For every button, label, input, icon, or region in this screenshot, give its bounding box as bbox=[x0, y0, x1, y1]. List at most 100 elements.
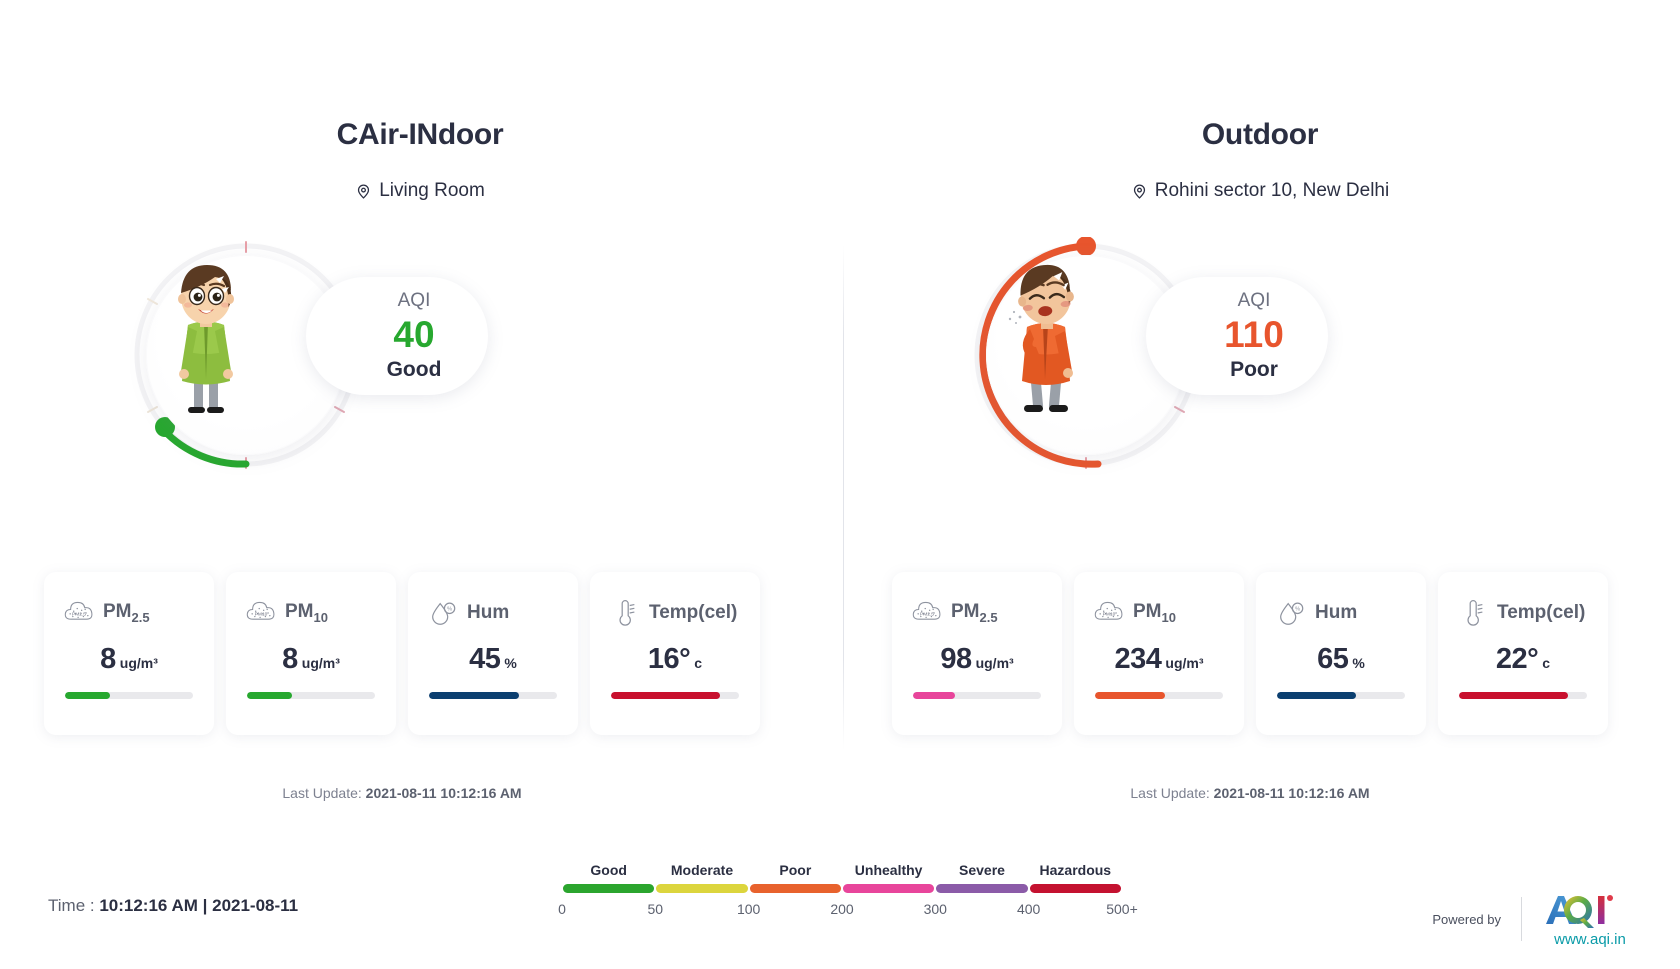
aqi-legend-label-unhealthy: Unhealthy bbox=[854, 862, 923, 878]
aqi-legend-label-good: Good bbox=[590, 862, 627, 878]
humidity-droplet-icon: % bbox=[1276, 598, 1306, 628]
thermometer-icon bbox=[1458, 598, 1488, 628]
indoor-card-temperature-unit: c bbox=[694, 655, 703, 671]
indoor-title: CAir-INdoor bbox=[336, 118, 504, 151]
indoor-card-humidity-title: Hum bbox=[467, 602, 510, 623]
indoor-card-pm25-unit: ug/m³ bbox=[119, 655, 158, 671]
outdoor-card-pm10-bar bbox=[1095, 692, 1223, 699]
aqi-legend-labels: Good Moderate Poor Unhealthy Severe Haza… bbox=[562, 862, 1122, 884]
outdoor-card-temperature-unit: c bbox=[1542, 655, 1551, 671]
aqi-logo-icon bbox=[1546, 895, 1613, 928]
outdoor-aqi-label: AQI bbox=[1237, 290, 1271, 312]
outdoor-aqi-value: 110 bbox=[1224, 314, 1284, 356]
pm25-cloud-icon: PM2.5 bbox=[912, 598, 942, 628]
outdoor-aqi-status: Poor bbox=[1230, 357, 1278, 381]
outdoor-card-pm25-bar bbox=[913, 692, 1041, 699]
indoor-card-pm25-value: 8 bbox=[100, 643, 116, 675]
indoor-card-temperature-value: 16° bbox=[647, 643, 691, 675]
outdoor-card-temperature-bar bbox=[1459, 692, 1587, 699]
svg-text:PM2.5: PM2.5 bbox=[920, 612, 934, 618]
indoor-card-pm25-title: PM2.5 bbox=[103, 601, 150, 625]
outdoor-gauge-wrap: AQI 110 Poor bbox=[950, 237, 1570, 497]
indoor-card-pm10[interactable]: PM10 PM10 8 ug/m³ bbox=[226, 572, 396, 735]
indoor-card-pm10-title: PM10 bbox=[285, 601, 328, 625]
footer-time: Time : 10:12:16 AM | 2021-08-11 bbox=[48, 896, 299, 915]
aqi-legend-bar-severe bbox=[936, 884, 1028, 893]
outdoor-card-humidity-title: Hum bbox=[1315, 602, 1358, 623]
air-quality-dashboard: CAir-INdoor Living Room AQI 40 Good PM2.… bbox=[0, 0, 1680, 969]
outdoor-card-pm10[interactable]: PM10 PM10 234 ug/m³ bbox=[1074, 572, 1244, 735]
indoor-card-temperature[interactable]: Temp(cel) 16° c bbox=[590, 572, 760, 735]
aqi-legend-label-poor: Poor bbox=[779, 862, 812, 878]
aqi-legend-bar-hazardous bbox=[1029, 884, 1121, 893]
indoor-panel: CAir-INdoor Living Room AQI 40 Good PM2.… bbox=[0, 0, 840, 801]
indoor-aqi-value: 40 bbox=[393, 314, 435, 356]
powered-by-label: Powered by bbox=[1432, 911, 1501, 927]
aqi-legend-tick-100: 100 bbox=[736, 901, 761, 917]
outdoor-card-humidity-unit: % bbox=[1352, 655, 1365, 671]
powered-by-block: Powered by www.aqi.in bbox=[1432, 890, 1638, 948]
indoor-card-pm10-unit: ug/m³ bbox=[301, 655, 340, 671]
aqi-logo[interactable]: www.aqi.in bbox=[1542, 890, 1638, 948]
aqi-legend-tick-300: 300 bbox=[923, 901, 947, 917]
indoor-aqi-pill: AQI 40 Good bbox=[306, 277, 488, 395]
pm25-cloud-icon: PM2.5 bbox=[64, 598, 94, 628]
aqi-legend-bar-moderate bbox=[656, 884, 748, 893]
indoor-card-pm25[interactable]: PM2.5 PM2.5 8 ug/m³ bbox=[44, 572, 214, 735]
humidity-droplet-icon: % bbox=[428, 598, 458, 628]
outdoor-card-temperature-value: 22° bbox=[1495, 643, 1539, 675]
indoor-card-pm10-value: 8 bbox=[282, 643, 298, 675]
outdoor-card-pm25-unit: ug/m³ bbox=[975, 655, 1014, 671]
map-pin-icon bbox=[355, 183, 372, 200]
indoor-card-humidity-unit: % bbox=[504, 655, 517, 671]
outdoor-card-temperature[interactable]: Temp(cel) 22° c bbox=[1438, 572, 1608, 735]
outdoor-title: Outdoor bbox=[1201, 118, 1319, 151]
outdoor-card-pm25[interactable]: PM2.5 PM2.5 98 ug/m³ bbox=[892, 572, 1062, 735]
indoor-card-pm25-bar bbox=[65, 692, 193, 699]
aqi-logo-url: www.aqi.in bbox=[1554, 931, 1626, 948]
aqi-legend-tick-50: 50 bbox=[647, 901, 664, 917]
outdoor-card-pm10-title: PM10 bbox=[1133, 601, 1176, 625]
pm10-cloud-icon: PM10 bbox=[246, 598, 276, 628]
aqi-legend-label-moderate: Moderate bbox=[670, 862, 734, 878]
map-pin-icon bbox=[1131, 183, 1148, 200]
outdoor-card-pm25-title: PM2.5 bbox=[951, 601, 998, 625]
outdoor-sensor-cards: PM2.5 PM2.5 98 ug/m³ PM10 PM10 234 ug/m³… bbox=[892, 572, 1608, 735]
outdoor-gauge-knob bbox=[1076, 237, 1096, 256]
indoor-aqi-status: Good bbox=[386, 357, 442, 381]
svg-text:PM2.5: PM2.5 bbox=[72, 612, 86, 618]
indoor-aqi-label: AQI bbox=[397, 290, 431, 312]
outdoor-card-humidity-value: 65 bbox=[1317, 643, 1349, 675]
aqi-legend-bar-good bbox=[563, 884, 655, 893]
svg-text:PM10: PM10 bbox=[255, 612, 268, 618]
svg-text:PM10: PM10 bbox=[1103, 612, 1116, 618]
aqi-legend-tick-500: 500+ bbox=[1106, 901, 1138, 917]
outdoor-last-update-value: 2021-08-11 10:12:16 AM bbox=[1213, 785, 1370, 801]
aqi-scale-legend: Good Moderate Poor Unhealthy Severe Haza… bbox=[558, 862, 1138, 919]
outdoor-card-pm25-value: 98 bbox=[940, 643, 972, 675]
aqi-legend-tick-200: 200 bbox=[830, 901, 854, 917]
aqi-legend-label-hazardous: Hazardous bbox=[1039, 862, 1112, 878]
outdoor-card-humidity-bar bbox=[1277, 692, 1405, 699]
indoor-last-update: Last Update: 2021-08-11 10:12:16 AM bbox=[282, 785, 522, 801]
aqi-legend-bar-unhealthy bbox=[842, 884, 935, 893]
indoor-card-humidity[interactable]: % Hum 45 % bbox=[408, 572, 578, 735]
indoor-sensor-cards: PM2.5 PM2.5 8 ug/m³ PM10 PM10 8 ug/m³ % … bbox=[44, 572, 760, 735]
pm10-cloud-icon: PM10 bbox=[1094, 598, 1124, 628]
indoor-card-pm10-bar bbox=[247, 692, 375, 699]
thermometer-icon bbox=[610, 598, 640, 628]
indoor-last-update-value: 2021-08-11 10:12:16 AM bbox=[365, 785, 522, 801]
outdoor-card-pm10-unit: ug/m³ bbox=[1165, 655, 1204, 671]
svg-text:%: % bbox=[447, 607, 452, 613]
indoor-gauge-wrap: AQI 40 Good bbox=[110, 237, 730, 497]
indoor-location: Living Room bbox=[0, 180, 840, 202]
indoor-card-humidity-bar bbox=[429, 692, 557, 699]
outdoor-location-text: Rohini sector 10, New Delhi bbox=[1154, 180, 1390, 201]
aqi-legend-bars bbox=[562, 884, 1122, 893]
coughing-boy-avatar-icon bbox=[1008, 264, 1074, 412]
outdoor-card-temperature-title: Temp(cel) bbox=[1497, 602, 1586, 623]
aqi-legend-bar-poor bbox=[749, 884, 841, 893]
outdoor-card-humidity[interactable]: % Hum 65 % bbox=[1256, 572, 1426, 735]
indoor-card-temperature-title: Temp(cel) bbox=[649, 602, 738, 623]
happy-boy-avatar-icon bbox=[178, 265, 234, 413]
